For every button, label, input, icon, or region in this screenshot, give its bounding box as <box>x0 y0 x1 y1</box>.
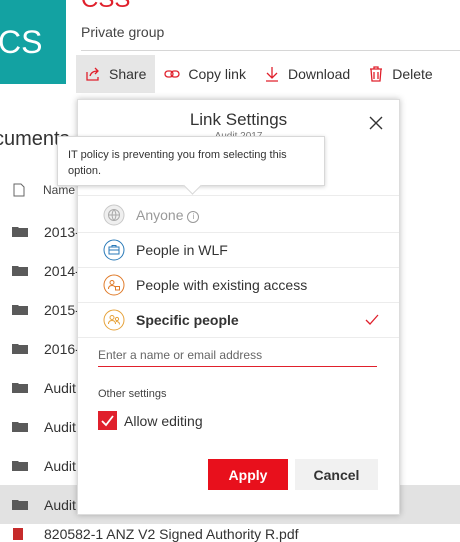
file-type-icon <box>13 183 25 197</box>
info-icon[interactable]: i <box>187 210 200 223</box>
option-people-in-org-label: People in WLF <box>136 241 228 258</box>
folder-icon <box>12 461 28 471</box>
dialog-title: Link Settings <box>189 110 288 129</box>
trash-icon <box>370 66 383 82</box>
pdf-file-name: 820582-1 ANZ V2 Signed Authority R.pdf <box>44 526 299 542</box>
link-icon <box>164 70 181 78</box>
briefcase-icon <box>103 239 125 260</box>
command-bar: Share Copy link Download Delete <box>76 55 442 93</box>
folder-icon <box>12 227 28 237</box>
globe-icon <box>103 204 125 225</box>
option-people-in-org[interactable]: People in WLF <box>78 232 399 267</box>
download-icon <box>265 67 278 82</box>
pdf-icon <box>13 528 23 540</box>
site-subtitle: Private group <box>81 24 165 40</box>
list-item-name: 2015- <box>44 301 80 318</box>
share-label: Share <box>109 66 147 82</box>
folder-icon <box>12 344 28 354</box>
apply-button[interactable]: Apply <box>208 459 288 490</box>
option-existing-access[interactable]: People with existing access <box>78 267 399 302</box>
allow-editing-label[interactable]: Allow editing <box>124 413 203 429</box>
site-title[interactable]: CSS <box>81 0 130 14</box>
dialog-divider <box>78 195 399 196</box>
share-button[interactable]: Share <box>76 55 156 93</box>
close-icon[interactable] <box>369 116 383 130</box>
list-item-name: 2014- <box>44 262 80 279</box>
site-logo: CS <box>0 0 66 84</box>
option-anyone-label: Anyone i <box>136 207 200 223</box>
option-specific-people-label: Specific people <box>136 311 239 328</box>
people-icon <box>103 309 125 330</box>
list-item-name: Audit <box>44 418 76 435</box>
policy-tooltip: IT policy is preventing you from selecti… <box>57 136 325 186</box>
list-item-name: 2013- <box>44 223 80 240</box>
option-specific-people[interactable]: Specific people <box>78 302 399 337</box>
delete-label: Delete <box>392 66 433 82</box>
list-item-name: 2016- <box>44 340 80 357</box>
list-item-name: Audit <box>44 379 76 396</box>
checkbox-check-icon <box>101 415 114 427</box>
delete-button[interactable]: Delete <box>359 55 441 93</box>
other-settings-label: Other settings <box>98 388 167 400</box>
option-anyone[interactable]: Anyone i <box>78 197 399 232</box>
list-item-name: Audit <box>44 457 76 474</box>
folder-icon <box>12 422 28 432</box>
allow-editing-checkbox[interactable] <box>98 411 117 430</box>
option-divider <box>78 337 399 338</box>
download-label: Download <box>287 66 351 82</box>
folder-icon <box>12 305 28 315</box>
pdf-list-item[interactable]: 820582-1 ANZ V2 Signed Authority R.pdf <box>13 526 299 542</box>
share-icon <box>86 67 99 81</box>
cancel-button[interactable]: Cancel <box>295 459 378 490</box>
list-item-name: Audit <box>44 496 76 513</box>
option-existing-access-label: People with existing access <box>136 276 308 293</box>
folder-icon <box>12 500 28 510</box>
header-divider <box>81 50 460 51</box>
checkmark-icon <box>365 314 379 325</box>
people-lock-icon <box>103 274 125 295</box>
copy-link-button[interactable]: Copy link <box>155 55 255 93</box>
folder-icon <box>12 383 28 393</box>
download-button[interactable]: Download <box>255 55 359 93</box>
copy-link-label: Copy link <box>188 66 246 82</box>
name-email-input[interactable] <box>98 344 377 367</box>
folder-icon <box>12 266 28 276</box>
